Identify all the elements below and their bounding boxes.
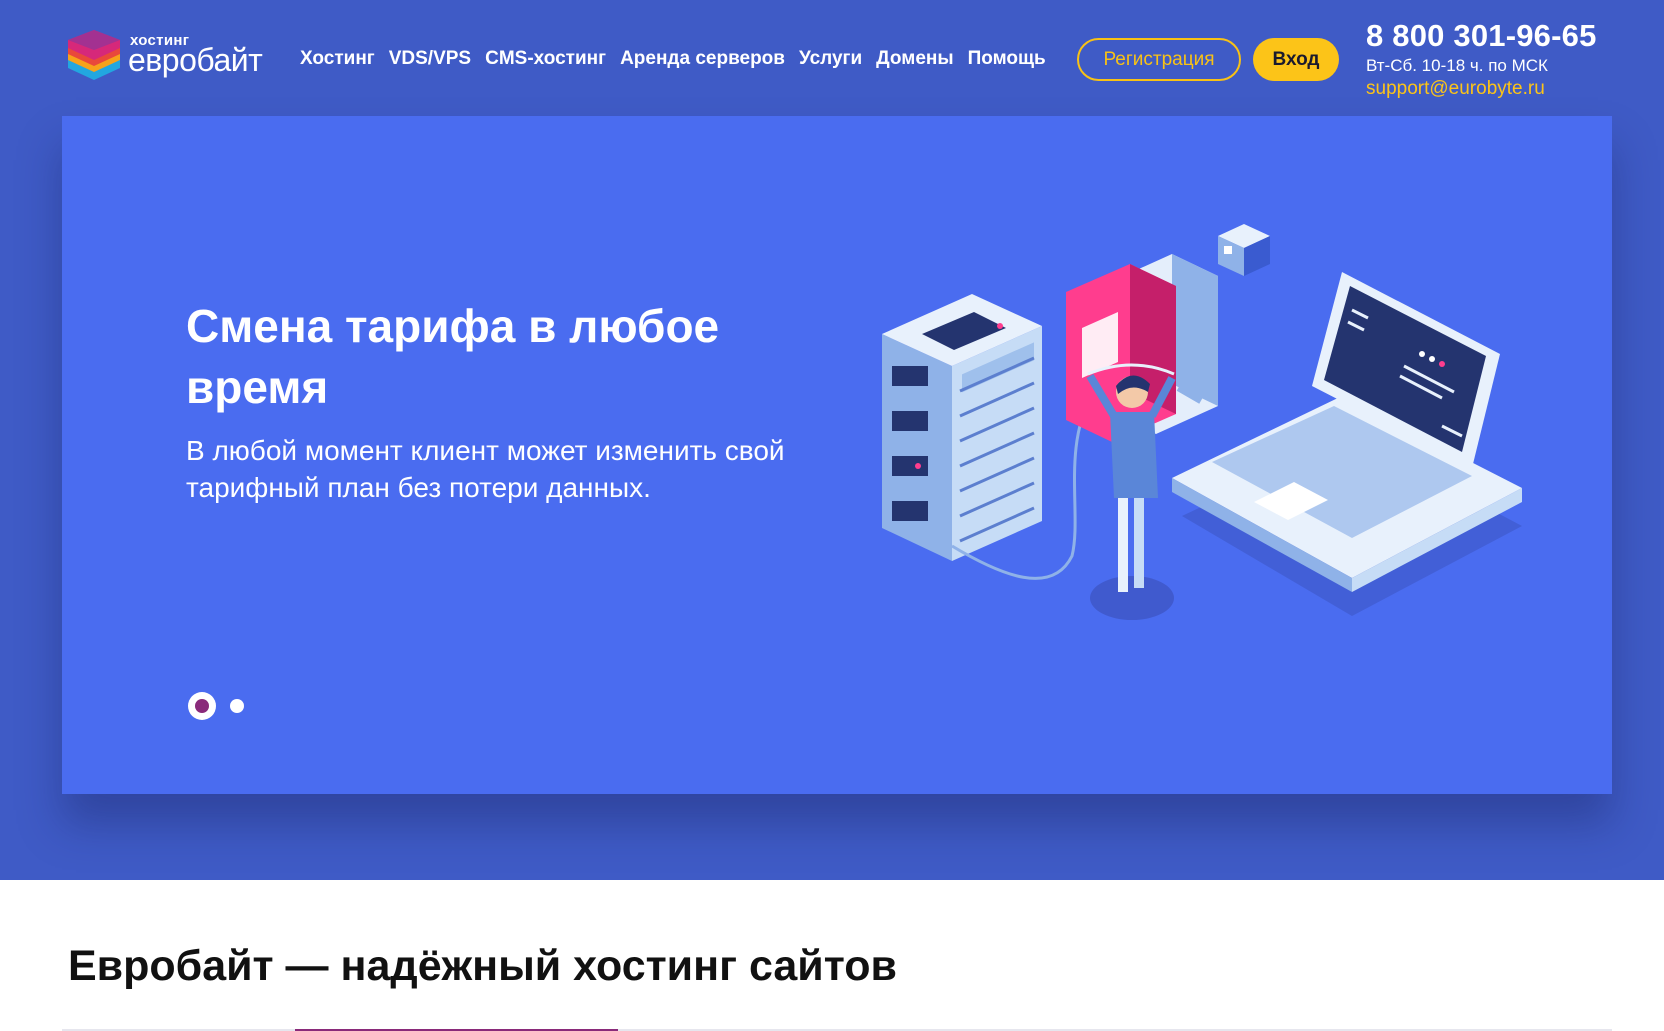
logo-wordmark: евробайт xyxy=(128,42,263,78)
nav-item-help[interactable]: Помощь xyxy=(968,48,1046,70)
hero-slider: Смена тарифа в любое время В любой момен… xyxy=(62,116,1612,794)
server-laptop-illustration xyxy=(882,224,1522,620)
support-email-link[interactable]: support@eurobyte.ru xyxy=(1366,78,1646,100)
site-header: хостинг евробайт Хостинг VDS/VPS CMS-хос… xyxy=(0,0,1664,116)
hero-title: Смена тарифа в любое время xyxy=(186,300,720,413)
logo-cube-icon xyxy=(68,30,120,80)
server-rack-icon xyxy=(882,294,1042,561)
working-hours: Вт-Сб. 10-18 ч. по МСК xyxy=(1366,56,1548,75)
login-button[interactable]: Вход xyxy=(1253,38,1339,81)
phone-number[interactable]: 8 800 301-96-65 xyxy=(1366,18,1646,54)
nav-item-domains[interactable]: Домены xyxy=(876,48,953,70)
section-title: Евробайт — надёжный хостинг сайтов xyxy=(68,942,897,990)
cube-icon xyxy=(1218,224,1270,276)
nav-item-server-rental[interactable]: Аренда серверов xyxy=(620,48,785,70)
logo[interactable]: хостинг евробайт xyxy=(66,28,276,88)
hero-subtitle: В любой момент клиент может изменить сво… xyxy=(186,435,785,503)
register-button[interactable]: Регистрация xyxy=(1077,38,1241,81)
nav-item-hosting[interactable]: Хостинг xyxy=(300,48,375,70)
slider-dots xyxy=(188,692,244,720)
laptop-icon xyxy=(1172,272,1522,616)
slider-dot-1[interactable] xyxy=(188,692,216,720)
slider-dot-2[interactable] xyxy=(230,699,244,713)
nav-item-services[interactable]: Услуги xyxy=(799,48,862,70)
nav-item-vds-vps[interactable]: VDS/VPS xyxy=(389,48,471,70)
contact-block: 8 800 301-96-65 Вт-Сб. 10-18 ч. по МСК s… xyxy=(1366,18,1646,100)
main-nav: Хостинг VDS/VPS CMS-хостинг Аренда серве… xyxy=(300,48,1046,70)
nav-item-cms-hosting[interactable]: CMS-хостинг xyxy=(485,48,606,70)
